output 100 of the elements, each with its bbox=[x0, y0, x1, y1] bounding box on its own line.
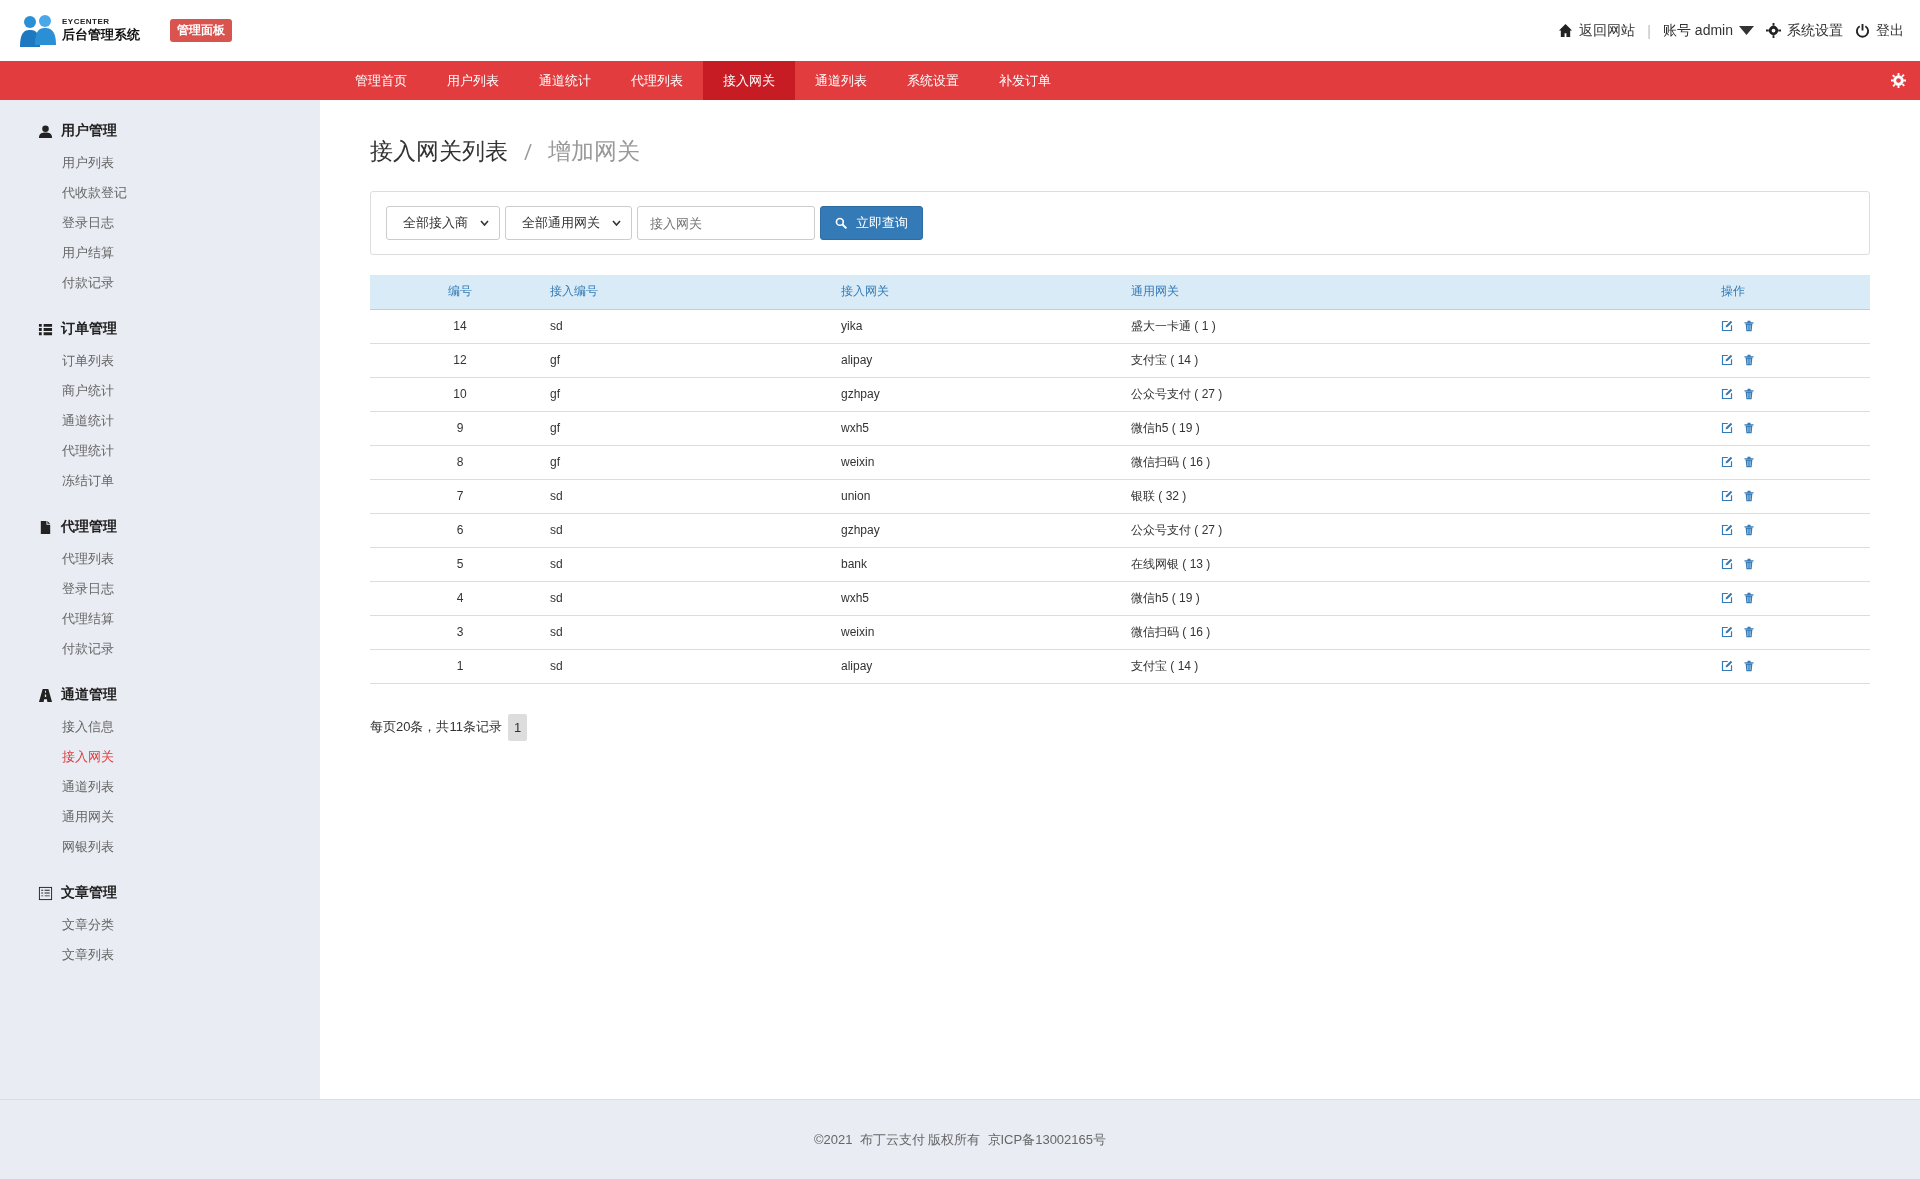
sidebar-heading: 订单管理 bbox=[61, 320, 117, 338]
sidebar-item[interactable]: 付款记录 bbox=[38, 268, 320, 298]
sidebar-item[interactable]: 订单列表 bbox=[38, 346, 320, 376]
table-cell: gf bbox=[550, 445, 840, 479]
column-header: 编号 bbox=[370, 275, 550, 309]
dropdown[interactable]: 全部通用网关 bbox=[505, 206, 632, 240]
table-cell: sd bbox=[550, 649, 840, 683]
header-link[interactable]: 登出 bbox=[1855, 21, 1904, 40]
add-gateway-link[interactable]: 增加网关 bbox=[548, 136, 640, 167]
edit-icon[interactable] bbox=[1721, 456, 1733, 468]
sidebar-item[interactable]: 网银列表 bbox=[38, 832, 320, 862]
table-cell: alipay bbox=[840, 649, 1130, 683]
sidebar-item[interactable]: 用户结算 bbox=[38, 238, 320, 268]
sidebar-item[interactable]: 代理列表 bbox=[38, 544, 320, 574]
sidebar-item[interactable]: 代理统计 bbox=[38, 436, 320, 466]
table-cell: 12 bbox=[370, 343, 550, 377]
edit-icon[interactable] bbox=[1721, 558, 1733, 570]
trash-icon[interactable] bbox=[1743, 592, 1755, 604]
table-cell: 4 bbox=[370, 581, 550, 615]
edit-icon[interactable] bbox=[1721, 388, 1733, 400]
nav-tab[interactable]: 管理首页 bbox=[335, 61, 427, 100]
table-cell: 9 bbox=[370, 411, 550, 445]
sidebar-item[interactable]: 通道列表 bbox=[38, 772, 320, 802]
nav-tab[interactable]: 接入网关 bbox=[703, 61, 795, 100]
table-cell: 7 bbox=[370, 479, 550, 513]
table-cell: 微信h5 ( 19 ) bbox=[1130, 581, 1720, 615]
sidebar-item[interactable]: 用户列表 bbox=[38, 148, 320, 178]
search-field[interactable]: 接入网关 bbox=[637, 206, 815, 240]
nav-tab[interactable]: 用户列表 bbox=[427, 61, 519, 100]
nav-tab[interactable]: 系统设置 bbox=[887, 61, 979, 100]
footer-text: ©2021 布丁云支付 版权所有 京ICP备13002165号 bbox=[0, 1099, 1920, 1179]
sidebar-item[interactable]: 冻结订单 bbox=[38, 466, 320, 496]
column-header: 操作 bbox=[1720, 275, 1870, 309]
nav-tab[interactable]: 通道列表 bbox=[795, 61, 887, 100]
trash-icon[interactable] bbox=[1743, 490, 1755, 502]
nav-tab[interactable]: 通道统计 bbox=[519, 61, 611, 100]
page-number[interactable]: 1 bbox=[507, 713, 528, 741]
edit-icon[interactable] bbox=[1721, 320, 1733, 332]
sidebar-item[interactable]: 文章分类 bbox=[38, 910, 320, 940]
caret-icon bbox=[1739, 23, 1754, 38]
trash-icon[interactable] bbox=[1743, 660, 1755, 672]
table-cell: gzhpay bbox=[840, 513, 1130, 547]
people-logo-icon bbox=[18, 12, 58, 49]
trash-icon[interactable] bbox=[1743, 524, 1755, 536]
user-icon bbox=[38, 123, 53, 139]
table-cell: alipay bbox=[840, 343, 1130, 377]
table-cell: sd bbox=[550, 513, 840, 547]
table-cell: 10 bbox=[370, 377, 550, 411]
settings-icon[interactable] bbox=[1891, 73, 1906, 88]
header-link[interactable]: 返回网站 bbox=[1558, 21, 1636, 40]
edit-icon[interactable] bbox=[1721, 524, 1733, 536]
edit-icon[interactable] bbox=[1721, 422, 1733, 434]
sidebar-item[interactable]: 登录日志 bbox=[38, 574, 320, 604]
sidebar-item[interactable]: 接入网关 bbox=[38, 742, 320, 772]
sidebar-item[interactable]: 通用网关 bbox=[38, 802, 320, 832]
article-icon bbox=[38, 885, 53, 901]
panel-badge: 管理面板 bbox=[170, 19, 232, 42]
table-cell: yika bbox=[840, 309, 1130, 343]
edit-icon[interactable] bbox=[1721, 490, 1733, 502]
sidebar-item[interactable]: 通道统计 bbox=[38, 406, 320, 436]
table-cell: 盛大一卡通 ( 1 ) bbox=[1130, 309, 1720, 343]
logo-title: 后台管理系统 bbox=[62, 26, 140, 44]
edit-icon[interactable] bbox=[1721, 660, 1733, 672]
trash-icon[interactable] bbox=[1743, 388, 1755, 400]
record-summary: 每页20条，共11条记录 bbox=[370, 718, 502, 736]
sidebar-item[interactable]: 文章列表 bbox=[38, 940, 320, 970]
sidebar-item[interactable]: 付款记录 bbox=[38, 634, 320, 664]
sidebar-item[interactable]: 登录日志 bbox=[38, 208, 320, 238]
table-cell: weixin bbox=[840, 615, 1130, 649]
table-cell: bank bbox=[840, 547, 1130, 581]
header-link[interactable]: 账号 admin bbox=[1662, 21, 1754, 40]
search-button[interactable]: 立即查询 bbox=[820, 206, 923, 240]
table-cell: 6 bbox=[370, 513, 550, 547]
header-link[interactable]: 系统设置 bbox=[1766, 21, 1843, 40]
sidebar-item[interactable]: 商户统计 bbox=[38, 376, 320, 406]
table-cell: sd bbox=[550, 479, 840, 513]
table-cell: wxh5 bbox=[840, 411, 1130, 445]
sidebar-item[interactable]: 代理结算 bbox=[38, 604, 320, 634]
nav-tab[interactable]: 代理列表 bbox=[611, 61, 703, 100]
trash-icon[interactable] bbox=[1743, 320, 1755, 332]
edit-icon[interactable] bbox=[1721, 626, 1733, 638]
trash-icon[interactable] bbox=[1743, 558, 1755, 570]
edit-icon[interactable] bbox=[1721, 592, 1733, 604]
edit-icon[interactable] bbox=[1721, 354, 1733, 366]
sidebar-item[interactable]: 代收款登记 bbox=[38, 178, 320, 208]
caret-icon bbox=[612, 220, 621, 226]
nav-tab[interactable]: 补发订单 bbox=[979, 61, 1071, 100]
sidebar-heading: 文章管理 bbox=[61, 884, 117, 902]
table-cell: gf bbox=[550, 377, 840, 411]
table-cell: 支付宝 ( 14 ) bbox=[1130, 649, 1720, 683]
trash-icon[interactable] bbox=[1743, 354, 1755, 366]
power-icon bbox=[1855, 23, 1870, 38]
header-separator: | bbox=[1647, 22, 1651, 39]
trash-icon[interactable] bbox=[1743, 422, 1755, 434]
trash-icon[interactable] bbox=[1743, 456, 1755, 468]
logo-caption: EYCENTER bbox=[62, 17, 111, 26]
sidebar-item[interactable]: 接入信息 bbox=[38, 712, 320, 742]
dropdown[interactable]: 全部接入商 bbox=[386, 206, 500, 240]
column-header: 接入网关 bbox=[840, 275, 1130, 309]
trash-icon[interactable] bbox=[1743, 626, 1755, 638]
